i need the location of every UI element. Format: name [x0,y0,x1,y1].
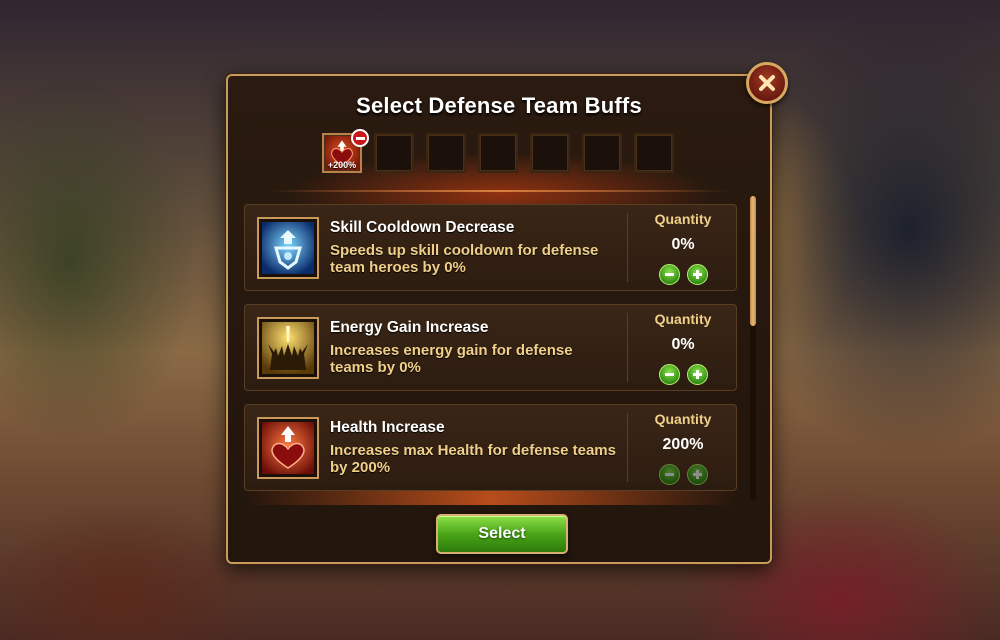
quantity-value: 200% [662,436,704,453]
minus-icon [665,273,674,276]
quantity-divider [627,313,628,382]
buff-description: Increases max Health for defense teams b… [330,442,616,476]
select-button[interactable]: Select [436,514,568,554]
buff-slot-7[interactable] [634,133,674,173]
buff-slot-2[interactable] [374,133,414,173]
minus-icon [665,473,674,476]
energy-gain-icon [262,322,314,374]
plus-icon [693,370,702,379]
plus-icon [693,470,702,479]
health-heart-icon [262,422,314,474]
plus-icon [693,270,702,279]
buff-icon-frame [257,317,319,379]
buff-icon-frame [257,417,319,479]
decrease-quantity-button[interactable] [659,464,680,485]
quantity-value: 0% [671,236,695,253]
quantity-value: 0% [671,336,695,353]
quantity-divider [627,213,628,282]
remove-buff-button[interactable] [351,129,369,147]
scrollbar-thumb[interactable] [750,196,756,326]
buff-slot-1[interactable]: +200% [322,129,369,173]
close-button[interactable] [746,62,788,104]
quantity-label: Quantity [654,211,712,227]
increase-quantity-button[interactable] [687,464,708,485]
scrollbar-track[interactable] [750,196,756,501]
buff-title: Skill Cooldown Decrease [330,219,515,236]
buff-selection-dialog: Select Defense Team Buffs +200% Skill Co… [226,74,772,564]
increase-quantity-button[interactable] [687,264,708,285]
buff-row: Energy Gain Increase Increases energy ga… [244,304,737,391]
buff-description: Speeds up skill cooldown for defense tea… [330,242,599,276]
quantity-label: Quantity [654,411,712,427]
decrease-quantity-button[interactable] [659,364,680,385]
minus-icon [665,373,674,376]
list-bottom-glow [244,491,738,505]
skill-cooldown-icon [262,222,314,274]
buff-title: Energy Gain Increase [330,319,489,336]
increase-quantity-button[interactable] [687,364,708,385]
decrease-quantity-button[interactable] [659,264,680,285]
buff-slot-4[interactable] [478,133,518,173]
buff-slot-5[interactable] [530,133,570,173]
close-x-icon [759,75,775,91]
quantity-divider [627,413,628,482]
quantity-label: Quantity [654,311,712,327]
buff-slot-6[interactable] [582,133,622,173]
buff-row: Skill Cooldown Decrease Speeds up skill … [244,204,737,291]
header-divider [268,190,730,192]
buff-row: Health Increase Increases max Health for… [244,404,737,491]
buff-icon-frame [257,217,319,279]
buff-title: Health Increase [330,419,445,436]
buff-list[interactable]: Skill Cooldown Decrease Speeds up skill … [244,204,738,501]
dialog-title: Select Defense Team Buffs [356,93,642,118]
slot-bonus-label: +200% [327,160,357,170]
buff-description: Increases energy gain for defense teams … [330,342,573,376]
buff-slot-3[interactable] [426,133,466,173]
